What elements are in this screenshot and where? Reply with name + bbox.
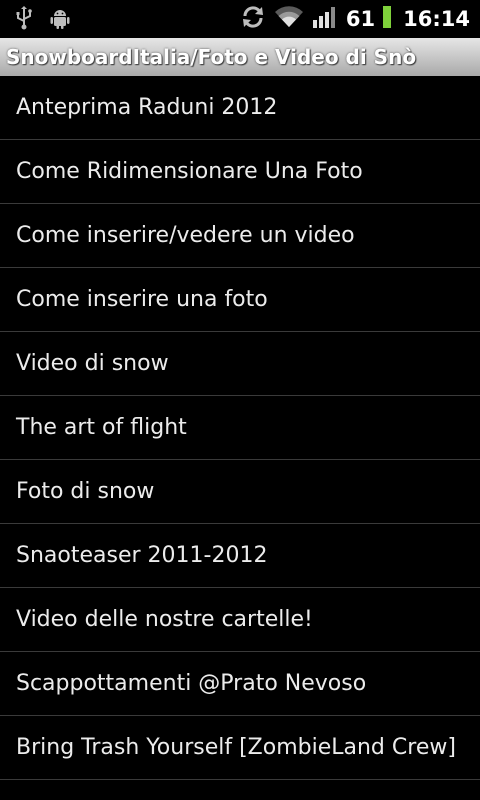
status-bar-notifications — [14, 6, 72, 34]
list-item[interactable]: Come inserire/vedere un video — [0, 204, 480, 268]
clock: 16:14 — [403, 7, 470, 31]
list-item-label: Come inserire una foto — [16, 287, 268, 312]
list-item[interactable]: The art of flight — [0, 396, 480, 460]
usb-icon — [14, 6, 34, 34]
signal-icon — [312, 5, 338, 33]
android-debug-icon — [48, 6, 72, 34]
list-item-label: Anteprima Raduni 2012 — [16, 95, 278, 120]
wifi-icon — [274, 5, 304, 33]
list-item-label: The art of flight — [16, 415, 187, 440]
list-item-label: Video di snow — [16, 351, 169, 376]
title-bar: SnowboardItalia/Foto e Video di Snò — [0, 38, 480, 76]
page-title: SnowboardItalia/Foto e Video di Snò — [6, 45, 417, 69]
list-item[interactable]: Come inserire una foto — [0, 268, 480, 332]
list-item[interactable]: Scappottamenti @Prato Nevoso — [0, 652, 480, 716]
list-item-label: Come inserire/vedere un video — [16, 223, 355, 248]
list-item[interactable]: Snaoteaser 2011-2012 — [0, 524, 480, 588]
list-item[interactable]: Video di snow — [0, 332, 480, 396]
list-item[interactable]: Come Ridimensionare Una Foto — [0, 140, 480, 204]
topic-list[interactable]: Anteprima Raduni 2012 Come Ridimensionar… — [0, 76, 480, 800]
status-bar-system: 61 16:14 — [240, 4, 470, 34]
list-item-label: Come Ridimensionare Una Foto — [16, 159, 363, 184]
sync-icon — [240, 4, 266, 34]
battery-level-text: 61 — [345, 7, 376, 31]
list-item-label: Snaoteaser 2011-2012 — [16, 543, 268, 568]
list-item[interactable]: Anteprima Raduni 2012 — [0, 76, 480, 140]
list-item[interactable]: Bring Trash Yourself [ZombieLand Crew] — [0, 716, 480, 780]
battery-icon — [383, 5, 392, 33]
list-item-label: Foto di snow — [16, 479, 155, 504]
status-bar: 61 16:14 — [0, 0, 480, 38]
list-item-label: Scappottamenti @Prato Nevoso — [16, 671, 367, 696]
list-item-label: Bring Trash Yourself [ZombieLand Crew] — [16, 735, 456, 760]
list-item-label: Video delle nostre cartelle! — [16, 607, 313, 632]
list-item[interactable]: Video delle nostre cartelle! — [0, 588, 480, 652]
list-item[interactable]: Foto di snow — [0, 460, 480, 524]
